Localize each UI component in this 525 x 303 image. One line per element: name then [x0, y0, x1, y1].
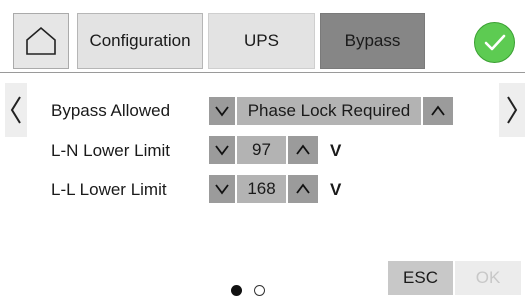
ln-lower-limit-unit: V	[330, 141, 342, 160]
tab-bypass[interactable]: Bypass	[320, 13, 425, 69]
chevron-down-icon	[215, 106, 229, 117]
ll-lower-limit-value: 168	[237, 175, 286, 203]
bypass-allowed-label: Bypass Allowed	[51, 101, 171, 120]
chevron-left-icon	[10, 96, 21, 124]
chevron-up-icon	[296, 183, 310, 194]
top-bar: Configuration UPS Bypass	[0, 0, 525, 72]
ll-lower-limit-label: L-L Lower Limit	[51, 180, 167, 199]
page-dot-inactive[interactable]	[254, 285, 265, 296]
chevron-up-icon	[296, 144, 310, 155]
chevron-down-icon	[215, 184, 229, 195]
ln-lower-limit-value: 97	[237, 136, 286, 164]
next-page-button[interactable]	[499, 83, 525, 137]
ln-lower-limit-label: L-N Lower Limit	[51, 141, 171, 160]
ll-lower-limit-increase-button[interactable]	[288, 175, 318, 203]
bypass-allowed-increase-button[interactable]	[423, 97, 453, 125]
home-button[interactable]	[13, 13, 69, 69]
page-indicator	[231, 285, 271, 299]
tab-ups[interactable]: UPS	[208, 13, 315, 69]
esc-button[interactable]: ESC	[388, 261, 453, 295]
ln-lower-limit-decrease-button[interactable]	[209, 136, 235, 164]
page-dot-active[interactable]	[231, 285, 242, 296]
home-icon	[26, 26, 56, 55]
bypass-allowed-decrease-button[interactable]	[209, 97, 235, 125]
header-divider	[0, 72, 525, 73]
ll-lower-limit-decrease-button[interactable]	[209, 175, 235, 203]
chevron-down-icon	[215, 145, 229, 156]
chevron-up-icon	[431, 105, 445, 116]
check-icon	[484, 34, 505, 50]
ll-lower-limit-unit: V	[330, 180, 342, 199]
ln-lower-limit-increase-button[interactable]	[288, 136, 318, 164]
ok-button[interactable]: OK	[455, 261, 521, 295]
bypass-allowed-value: Phase Lock Required	[237, 97, 421, 125]
chevron-right-icon	[507, 96, 518, 124]
confirm-button[interactable]	[474, 22, 515, 63]
previous-page-button[interactable]	[5, 83, 27, 137]
tab-configuration[interactable]: Configuration	[77, 13, 203, 69]
